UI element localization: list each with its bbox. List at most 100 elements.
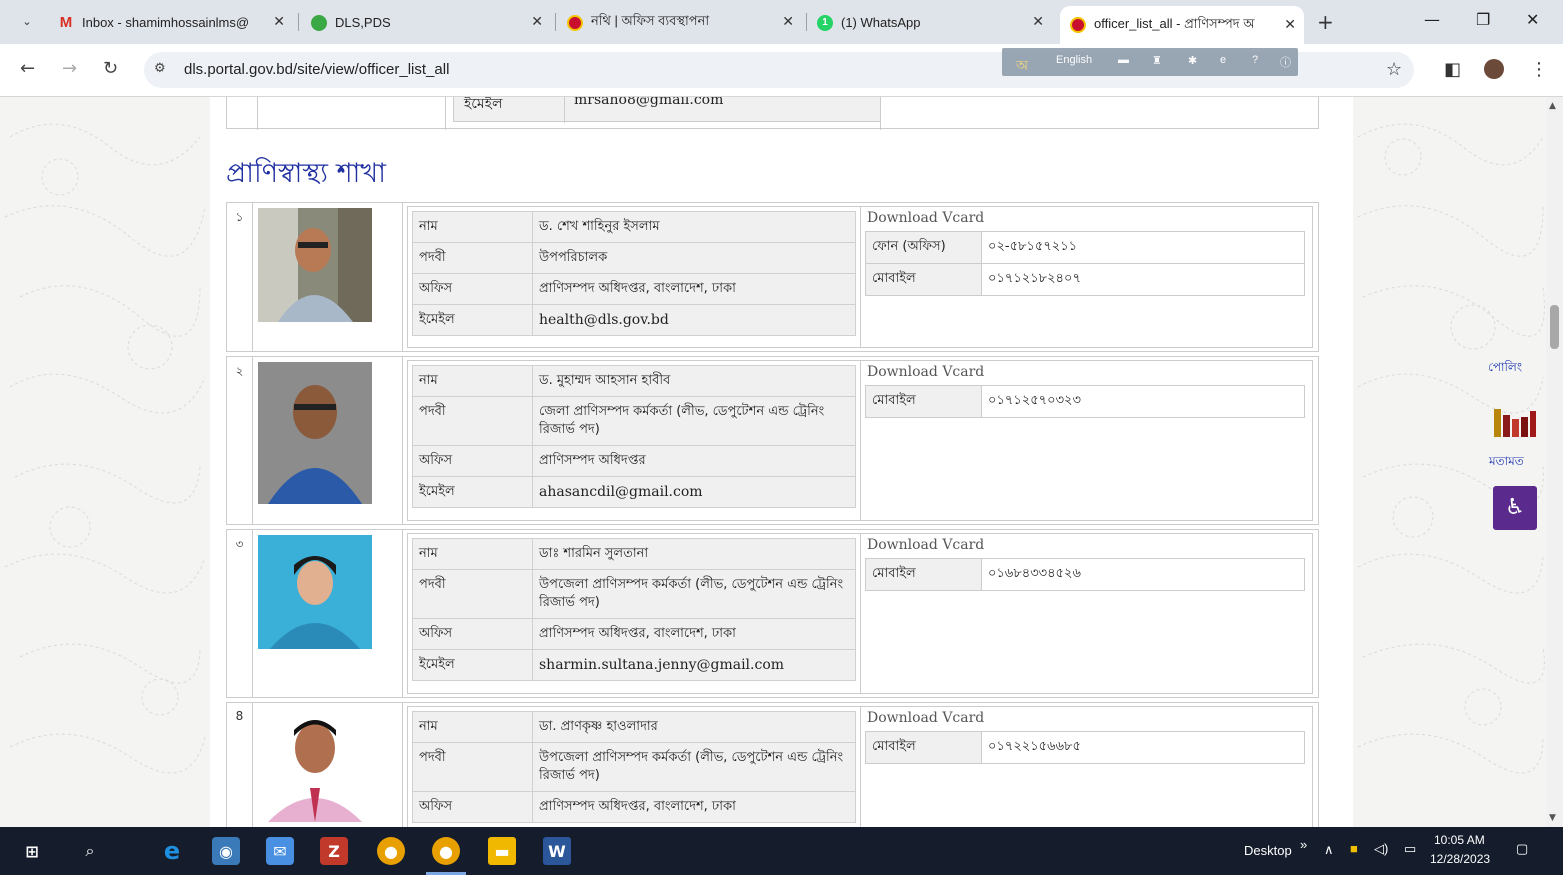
word-icon[interactable]: W [543, 837, 571, 865]
feedback-link[interactable]: মতামত [1489, 453, 1524, 473]
tab-whatsapp[interactable]: 1 (1) WhatsApp ✕ [817, 7, 1052, 38]
bookmark-star-icon[interactable]: ☆ [1386, 59, 1402, 80]
back-button[interactable]: ← [20, 58, 35, 79]
officer-photo [258, 708, 372, 822]
url-text[interactable]: dls.portal.gov.bd/site/view/officer_list… [184, 61, 449, 78]
forward-button[interactable]: → [62, 58, 77, 79]
office-label: অফিস [412, 273, 533, 305]
info-icon[interactable]: ⓘ [1280, 54, 1291, 70]
bangla-icon[interactable]: অ [1016, 54, 1028, 78]
officer-office: প্রাণিসম্পদ অধিদপ্তর, বাংলাদেশ, ঢাকা [532, 273, 856, 305]
name-label: নাম [412, 538, 533, 570]
clock-time[interactable]: 10:05 AM [1434, 833, 1485, 847]
close-icon[interactable]: ✕ [1284, 16, 1296, 33]
close-icon[interactable]: ✕ [1032, 13, 1044, 30]
close-icon[interactable]: ✕ [531, 13, 543, 30]
serial-number: 8 [227, 703, 253, 827]
tab-dls-pds[interactable]: DLS,PDS ✕ [311, 7, 551, 38]
dls-icon [1070, 17, 1086, 33]
close-window-button[interactable]: ✕ [1526, 10, 1539, 29]
filezilla-icon[interactable]: Z [320, 837, 348, 865]
scroll-thumb[interactable] [1550, 305, 1559, 349]
office-label: অফিস [412, 791, 533, 823]
officer-details-table: নাম ড. মুহাম্মদ আহসান হাবীব পদবী জেলা প্রা… [412, 365, 856, 508]
officer-email: ahasancdil@gmail.com [532, 476, 856, 508]
tab-search-button[interactable]: ⌄ [14, 11, 40, 33]
settings-icon[interactable]: ✱ [1188, 54, 1197, 67]
reload-button[interactable]: ↻ [103, 58, 118, 79]
officer-info: নাম ডাঃ শারমিন সুলতানা পদবী উপজেলা প্রাণিস… [407, 533, 1313, 694]
accessibility-icon[interactable]: ♿ [1493, 486, 1537, 530]
chrome-icon[interactable]: ● [377, 837, 405, 865]
chrome-icon-active[interactable]: ● [432, 837, 460, 865]
scroll-down-icon[interactable]: ▼ [1549, 813, 1556, 823]
browser-toolbar: ← → ↻ ⚙ dls.portal.gov.bd/site/view/offi… [0, 44, 1563, 97]
browser-tab-strip: ⌄ M Inbox - shamimhossainlms@ ✕ DLS,PDS … [0, 0, 1563, 44]
search-icon[interactable]: ⌕ [76, 837, 104, 865]
download-vcard-link[interactable]: Download Vcard [867, 710, 984, 726]
tab-gmail[interactable]: M Inbox - shamimhossainlms@ ✕ [58, 7, 293, 38]
side-panel-icon[interactable]: ◧ [1444, 59, 1461, 80]
mobile-value: ০১৬৮৪৩৩৪৫২৬ [981, 558, 1305, 591]
download-vcard-link[interactable]: Download Vcard [867, 537, 984, 553]
network-icon[interactable]: ▭ [1404, 841, 1416, 857]
scroll-up-icon[interactable]: ▲ [1549, 101, 1556, 111]
mail-icon[interactable]: ✉ [266, 837, 294, 865]
help-icon[interactable]: ? [1252, 54, 1258, 66]
section-title: প্রাণিস্বাস্থ্য শাখা [226, 158, 386, 189]
designation-label: পদবী [412, 742, 533, 792]
tab-nothi[interactable]: নথি | অফিস ব্যবস্থাপনা ✕ [567, 7, 802, 38]
language-label[interactable]: English [1056, 54, 1092, 66]
notification-icon[interactable]: ▢ [1516, 841, 1528, 857]
mobile-label: মোবাইল [865, 263, 982, 296]
designation-label: পদবী [412, 396, 533, 446]
contact-cell: Download Vcard মোবাইল ০১৭১২৫৭০৩২৩ [860, 361, 1312, 520]
keyboard-icon[interactable]: ♜ [1152, 54, 1162, 67]
menu-icon[interactable]: ⋮ [1530, 59, 1548, 80]
close-icon[interactable]: ✕ [273, 13, 285, 30]
close-icon[interactable]: ✕ [782, 13, 794, 30]
officer-row: 8 নাম ডা. প্রাণকৃষ্ণ হাওলাদার পদবী উপজেলা … [226, 702, 1319, 827]
previous-officer-row: ইমেইল mrsaho8@gmail.com [226, 97, 1319, 130]
poll-chart-icon[interactable] [1494, 407, 1536, 437]
contact-table: মোবাইল ০১৭১২৫৭০৩২৩ [865, 385, 1305, 418]
officer-row: ২ নাম ড. মুহাম্মদ আহসান হাবীব পদবী জেলা প্… [226, 356, 1319, 525]
officer-designation: উপজেলা প্রাণিসম্পদ কর্মকর্তা (লীভ, ডেপুট… [532, 569, 856, 619]
mobile-value: ০১৭২২১৫৬৬৮৫ [981, 731, 1305, 764]
chevron-up-icon[interactable]: ∧ [1324, 842, 1334, 858]
poll-link[interactable]: পোলিং [1488, 359, 1522, 379]
page-scrollbar[interactable]: ▲ ▼ [1546, 97, 1563, 827]
site-info-icon[interactable]: ⚙ [154, 61, 166, 76]
clock-date[interactable]: 12/28/2023 [1430, 852, 1490, 866]
office-label: অফিস [412, 618, 533, 650]
restore-button[interactable]: ❐ [1476, 10, 1490, 29]
download-vcard-link[interactable]: Download Vcard [867, 364, 984, 380]
windows-start-icon[interactable]: ⊞ [18, 837, 46, 865]
app-icon[interactable]: ◉ [212, 837, 240, 865]
new-tab-button[interactable]: + [1317, 10, 1334, 34]
file-explorer-icon[interactable]: ▬ [488, 837, 516, 865]
language-widget[interactable]: অ English ▬ ♜ ✱ e ? ⓘ [1002, 48, 1298, 76]
minus-icon[interactable]: ▬ [1118, 54, 1129, 66]
tab-officer-list[interactable]: officer_list_all - প্রাণিসম্পদ অ ✕ [1060, 6, 1304, 44]
windows-taskbar: ⊞ ⌕ e ◉ ✉ Z ● ● ▬ W Desktop » ∧ ■ ◁) ▭ 1… [0, 827, 1563, 875]
desktop-toolbar-label[interactable]: Desktop [1244, 843, 1292, 858]
edge-icon[interactable]: e [1220, 54, 1226, 66]
officer-office: প্রাণিসম্পদ অধিদপ্তর, বাংলাদেশ, ঢাকা [532, 791, 856, 823]
officer-photo [258, 208, 372, 322]
name-label: নাম [412, 711, 533, 743]
officer-name: ড. শেখ শাহিনুর ইসলাম [532, 211, 856, 243]
minimize-button[interactable]: — [1424, 10, 1440, 29]
edge-icon[interactable]: e [158, 837, 186, 865]
officer-row: ১ নাম ড. শেখ শাহিনুর ইসলাম পদবী উপপরিচালক … [226, 202, 1319, 352]
tab-title: Inbox - shamimhossainlms@ [82, 15, 250, 30]
email-label: ইমেইল [412, 476, 533, 508]
serial-number: ৩ [227, 530, 253, 697]
volume-icon[interactable]: ◁) [1374, 841, 1388, 857]
tray-app-icon[interactable]: ■ [1350, 841, 1358, 856]
main-content: ইমেইল mrsaho8@gmail.com প্রাণিস্বাস্থ্য … [210, 97, 1353, 827]
chevron-right-icon[interactable]: » [1300, 837, 1307, 852]
download-vcard-link[interactable]: Download Vcard [867, 210, 984, 226]
officer-info: নাম ডা. প্রাণকৃষ্ণ হাওলাদার পদবী উপজেলা প্… [407, 706, 1313, 827]
profile-avatar[interactable] [1484, 59, 1504, 79]
